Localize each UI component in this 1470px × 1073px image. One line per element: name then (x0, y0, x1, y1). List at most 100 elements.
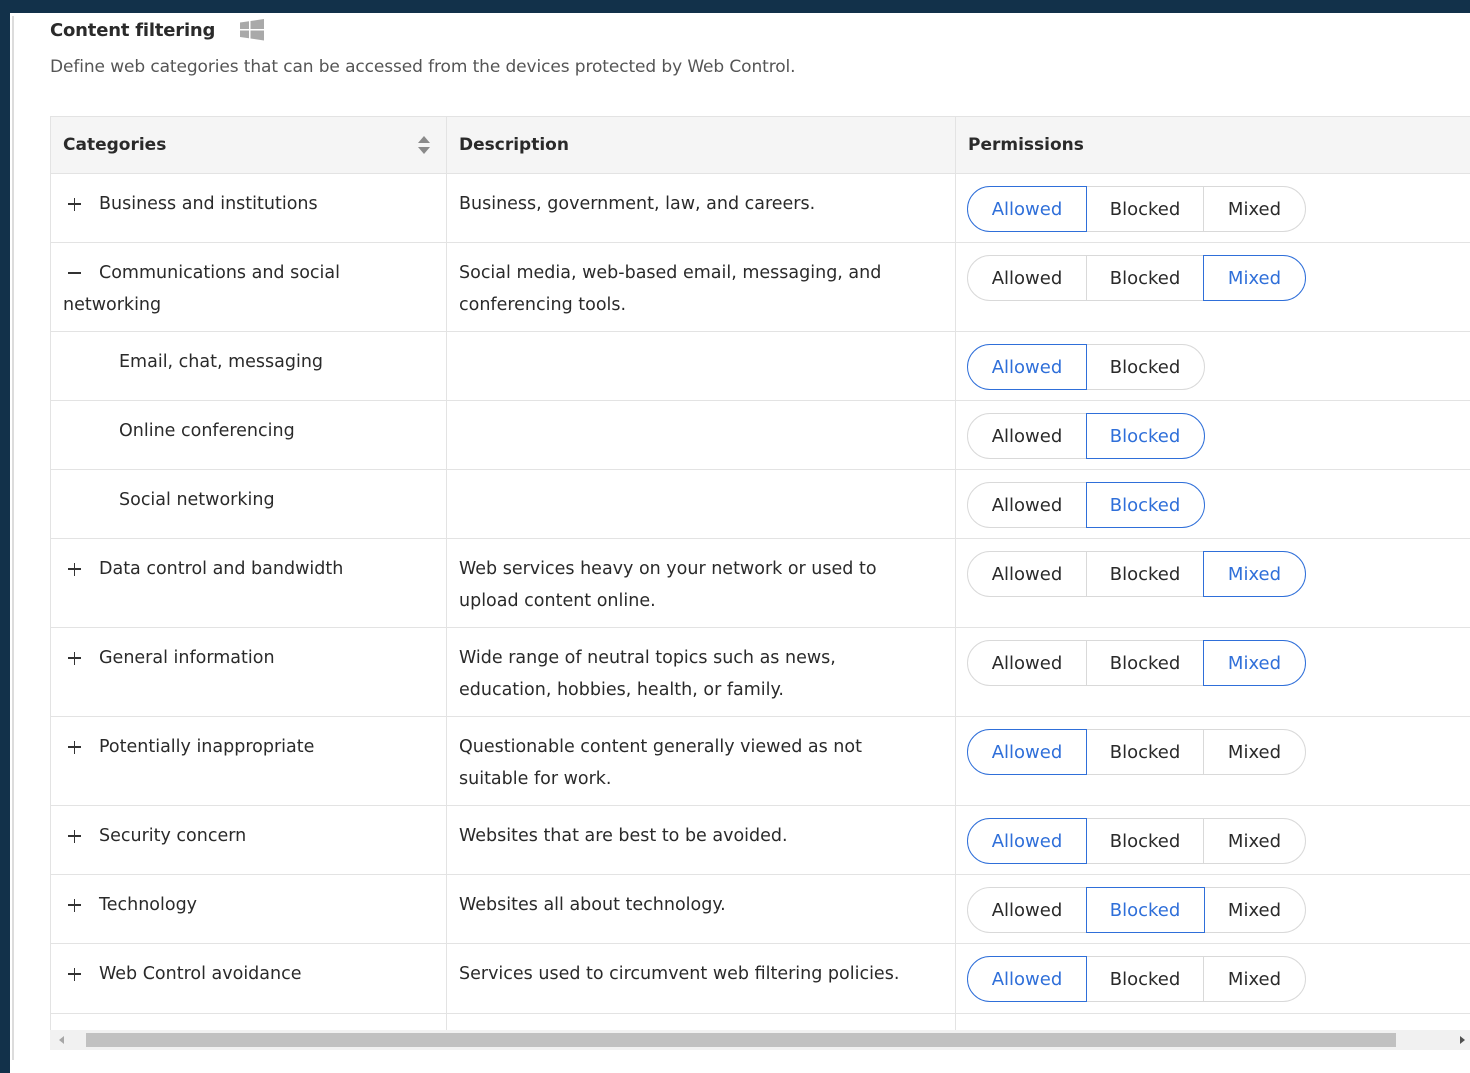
section-title: Content filtering (50, 19, 216, 41)
expand-plus-icon[interactable] (63, 188, 87, 220)
table-row: Business and institutions Business, gover… (51, 174, 1470, 243)
description-cell: Services used to circumvent web filterin… (459, 964, 900, 984)
categories-header-label: Categories (63, 135, 167, 155)
permission-mixed-button[interactable]: Mixed (1203, 640, 1306, 686)
permission-toggle-group: Allowed Blocked Mixed (967, 255, 1306, 301)
description-header-label: Description (459, 135, 569, 155)
permission-blocked-button[interactable]: Blocked (1085, 344, 1205, 390)
permission-allowed-button[interactable]: Allowed (967, 956, 1087, 1002)
categories-table: Categories Description Permissions Busin… (50, 116, 1470, 1040)
permission-toggle-group: Allowed Blocked Mixed (967, 818, 1306, 864)
description-cell: Websites that are best to be avoided. (459, 826, 788, 846)
permission-blocked-button[interactable]: Blocked (1085, 186, 1205, 232)
table-row: Potentially inappropriate Questionable co… (51, 717, 1470, 806)
permission-blocked-button[interactable]: Blocked (1085, 255, 1205, 301)
permission-mixed-button[interactable]: Mixed (1203, 551, 1306, 597)
permission-toggle-group: Allowed Blocked Mixed (967, 551, 1306, 597)
description-cell: Business, government, law, and careers. (459, 194, 816, 214)
category-cell: Business and institutions (63, 188, 433, 220)
category-cell: Social networking (119, 484, 489, 516)
permission-allowed-button[interactable]: Allowed (967, 344, 1087, 390)
permission-toggle-group: Allowed Blocked (967, 344, 1205, 390)
expand-plus-icon[interactable] (63, 642, 87, 674)
column-header-categories[interactable]: Categories (51, 117, 446, 173)
permission-allowed-button[interactable]: Allowed (967, 640, 1087, 686)
table-row: General information Wide range of neutral… (51, 628, 1470, 717)
category-label: Potentially inappropriate (99, 737, 315, 757)
permission-toggle-group: Allowed Blocked (967, 482, 1205, 528)
description-cell: Websites all about technology. (459, 895, 726, 915)
expand-plus-icon[interactable] (63, 731, 87, 763)
permission-blocked-button[interactable]: Blocked (1085, 551, 1205, 597)
category-label: Technology (99, 895, 198, 915)
table-row: Security concern Websites that are best t… (51, 806, 1470, 875)
category-cell: Security concern (63, 820, 433, 852)
section-description: Define web categories that can be access… (50, 57, 796, 77)
permission-blocked-button[interactable]: Blocked (1085, 956, 1205, 1002)
expand-plus-icon[interactable] (63, 958, 87, 990)
table-row: Social networking Allowed Blocked (51, 470, 1470, 539)
category-label: Online conferencing (119, 421, 295, 441)
permission-allowed-button[interactable]: Allowed (967, 482, 1087, 528)
expand-plus-icon[interactable] (63, 553, 87, 585)
permission-mixed-button[interactable]: Mixed (1203, 818, 1306, 864)
table-header: Categories Description Permissions (51, 117, 1470, 174)
permission-allowed-button[interactable]: Allowed (967, 186, 1087, 232)
expand-plus-icon[interactable] (63, 889, 87, 921)
description-cell: Social media, web-based email, messaging… (459, 263, 882, 315)
permission-mixed-button[interactable]: Mixed (1203, 887, 1306, 933)
category-label: Communications and social networking (63, 263, 340, 315)
table-row: Technology Websites all about technology.… (51, 875, 1470, 944)
column-header-description: Description (447, 117, 955, 173)
permission-mixed-button[interactable]: Mixed (1203, 956, 1306, 1002)
table-row: Online conferencing Allowed Blocked (51, 401, 1470, 470)
permission-allowed-button[interactable]: Allowed (967, 818, 1087, 864)
permission-blocked-button[interactable]: Blocked (1085, 729, 1205, 775)
description-cell: Web services heavy on your network or us… (459, 559, 877, 611)
permission-blocked-button[interactable]: Blocked (1085, 413, 1205, 459)
permission-blocked-button[interactable]: Blocked (1085, 482, 1205, 528)
table-row: Web Control avoidance Services used to ci… (51, 944, 1470, 1014)
permission-toggle-group: Allowed Blocked Mixed (967, 186, 1306, 232)
permission-toggle-group: Allowed Blocked Mixed (967, 729, 1306, 775)
sort-icon[interactable] (417, 134, 431, 156)
category-label: Security concern (99, 826, 247, 846)
category-cell: Data control and bandwidth (63, 553, 433, 585)
permission-blocked-button[interactable]: Blocked (1085, 640, 1205, 686)
permission-blocked-button[interactable]: Blocked (1085, 887, 1205, 933)
category-label: General information (99, 648, 275, 668)
horizontal-scrollbar[interactable] (50, 1030, 1470, 1050)
windows-icon (239, 18, 265, 42)
scroll-left-icon[interactable] (59, 1036, 64, 1044)
category-cell: Communications and social networking (63, 257, 433, 321)
permission-allowed-button[interactable]: Allowed (967, 729, 1087, 775)
permission-blocked-button[interactable]: Blocked (1085, 818, 1205, 864)
category-cell: Web Control avoidance (63, 958, 433, 990)
permission-toggle-group: Allowed Blocked Mixed (967, 887, 1306, 933)
description-cell: Wide range of neutral topics such as new… (459, 648, 836, 700)
permission-allowed-button[interactable]: Allowed (967, 255, 1087, 301)
section-header: Content filtering (50, 17, 265, 43)
permission-mixed-button[interactable]: Mixed (1203, 729, 1306, 775)
category-label: Business and institutions (99, 194, 318, 214)
table-row: Email, chat, messaging Allowed Blocked (51, 332, 1470, 401)
category-cell: Online conferencing (119, 415, 489, 447)
description-cell: Questionable content generally viewed as… (459, 737, 862, 789)
permission-allowed-button[interactable]: Allowed (967, 887, 1087, 933)
collapse-minus-icon[interactable] (63, 257, 87, 289)
table-row: Data control and bandwidth Web services h… (51, 539, 1470, 628)
scrollbar-thumb[interactable] (86, 1033, 1396, 1047)
permission-mixed-button[interactable]: Mixed (1203, 186, 1306, 232)
category-label: Social networking (119, 490, 275, 510)
column-header-permissions: Permissions (956, 117, 1470, 173)
permission-allowed-button[interactable]: Allowed (967, 413, 1087, 459)
category-label: Email, chat, messaging (119, 352, 324, 372)
permission-toggle-group: Allowed Blocked (967, 413, 1205, 459)
category-cell: Email, chat, messaging (119, 346, 489, 378)
permission-mixed-button[interactable]: Mixed (1203, 255, 1306, 301)
expand-plus-icon[interactable] (63, 820, 87, 852)
scroll-right-icon[interactable] (1460, 1036, 1465, 1044)
permissions-header-label: Permissions (968, 135, 1084, 155)
table-row: Communications and social networking Soci… (51, 243, 1470, 332)
permission-allowed-button[interactable]: Allowed (967, 551, 1087, 597)
